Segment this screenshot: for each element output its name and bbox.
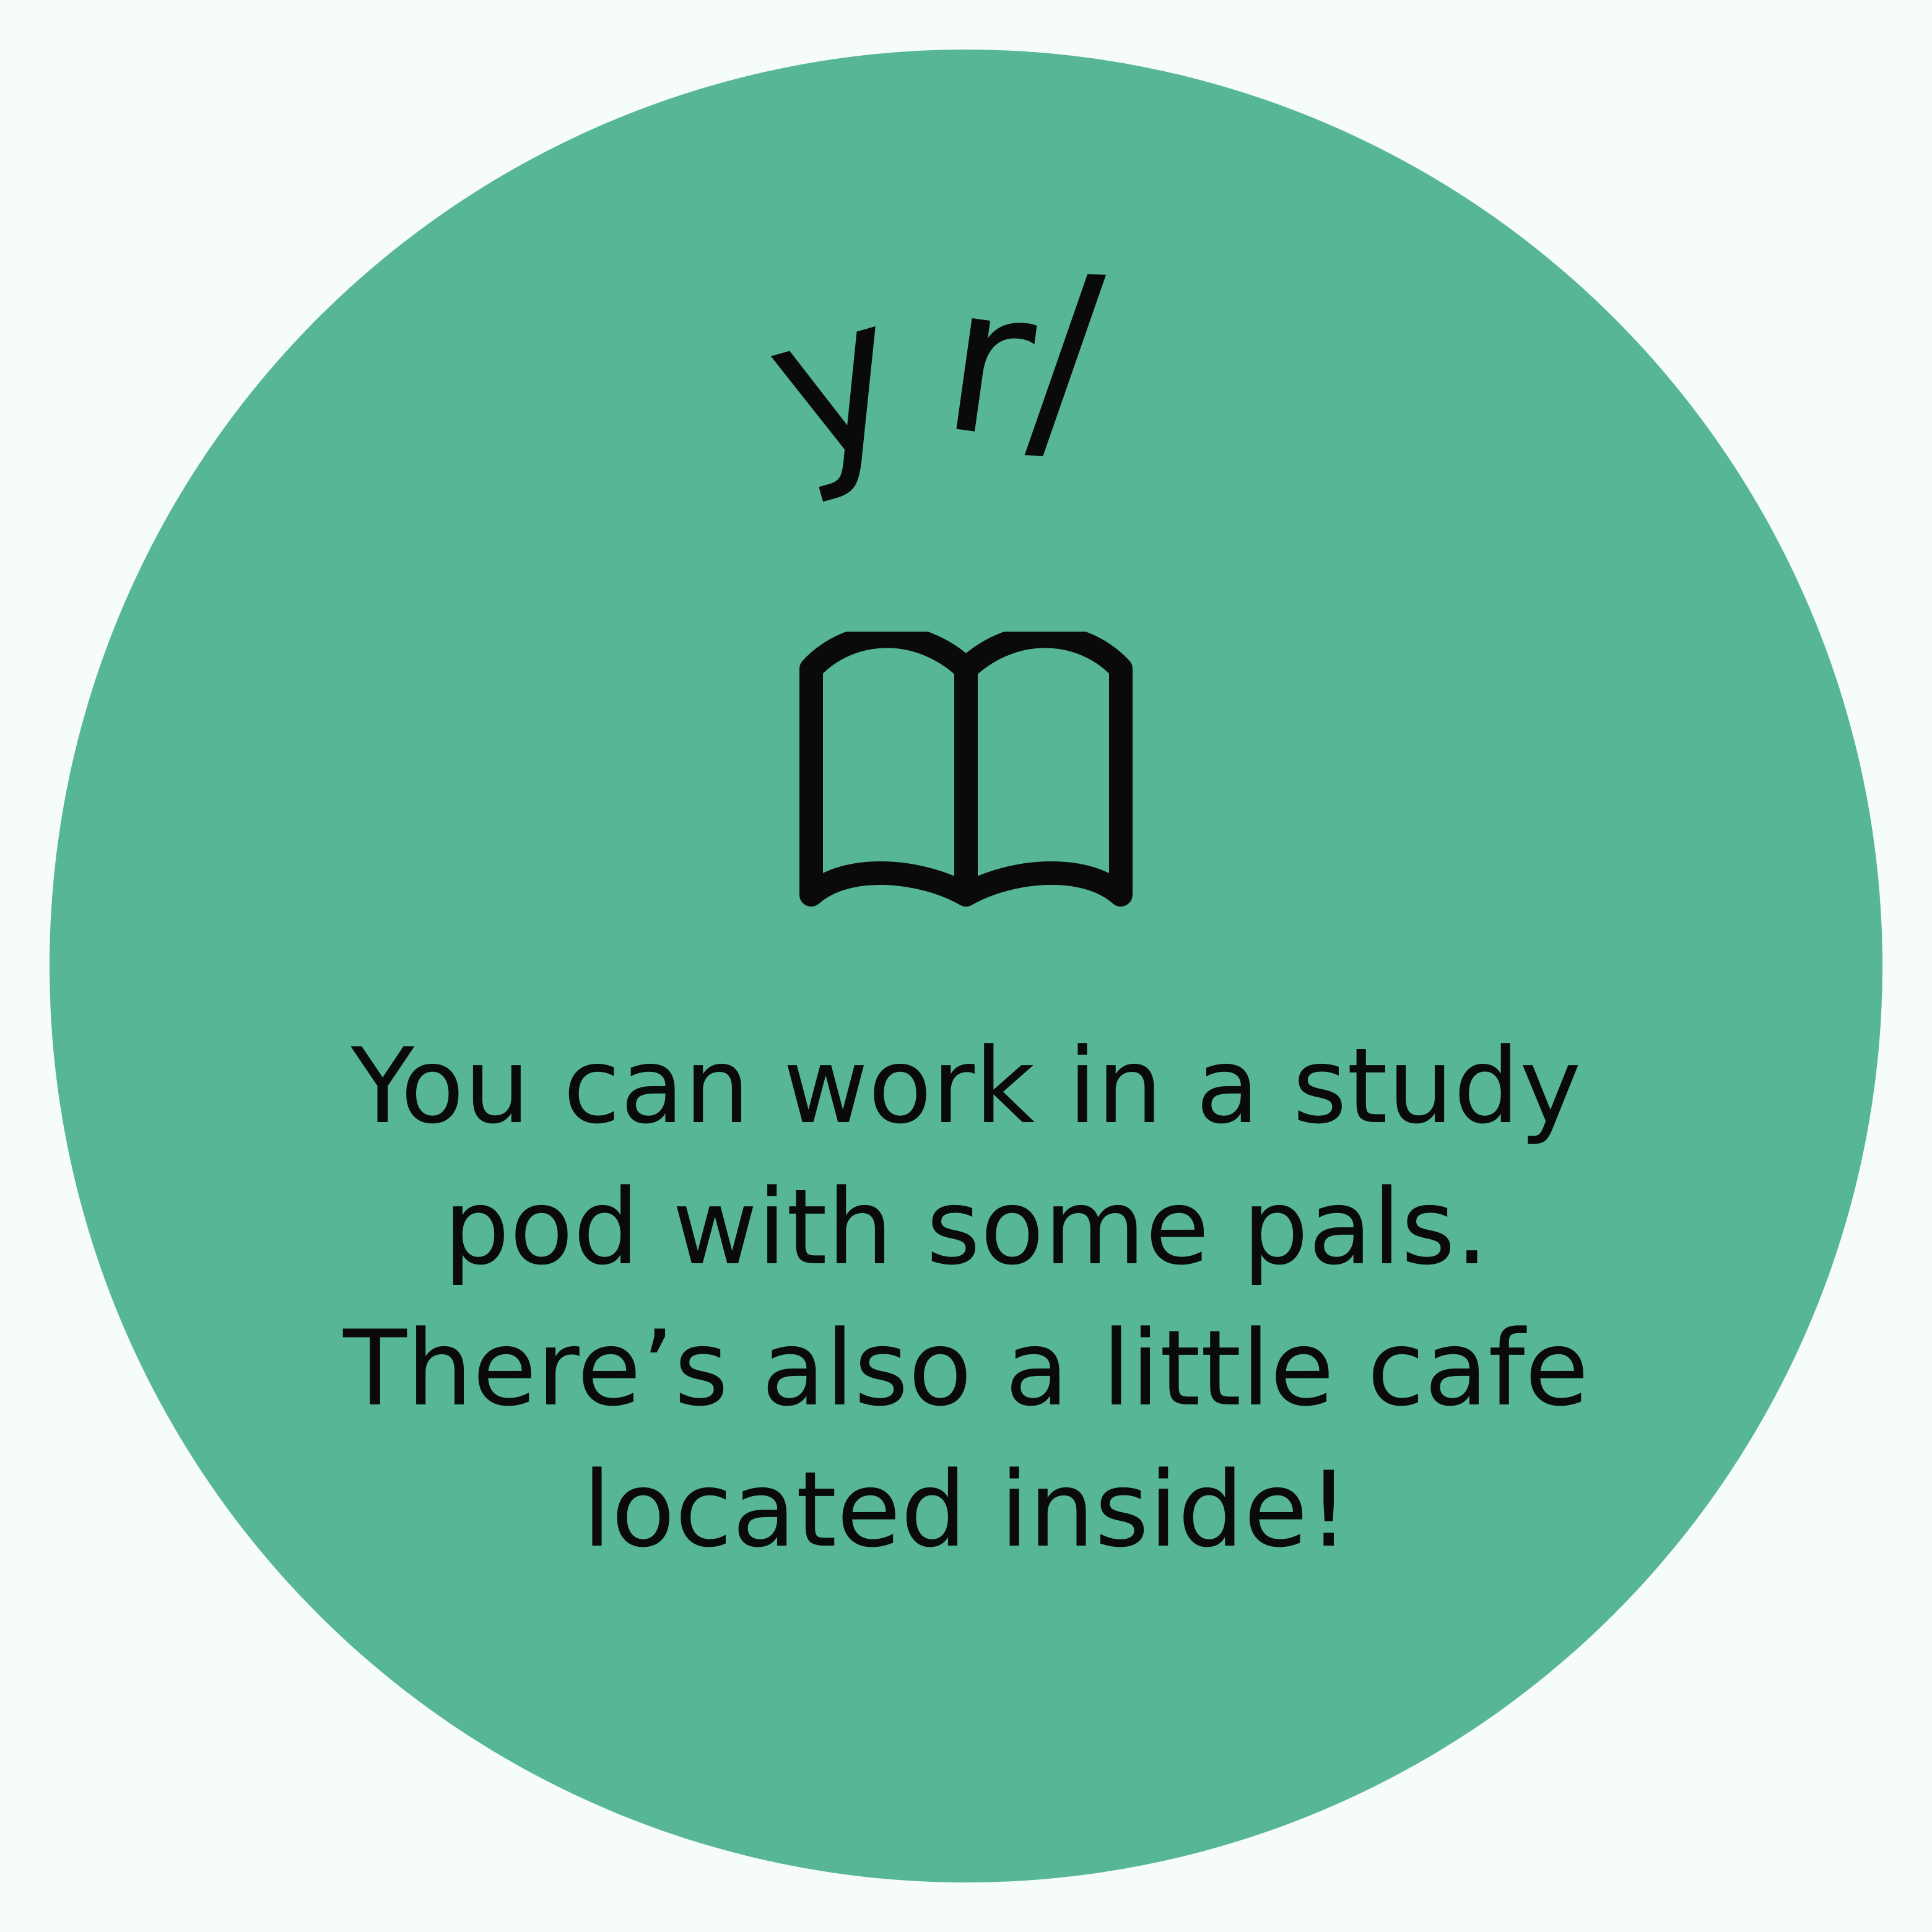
logo-letter-y: y [743, 250, 926, 512]
message-text: You can work in a study pod with some pa… [204, 1016, 1728, 1580]
open-book-icon [799, 632, 1133, 907]
message-line-3: There’s also a little cafe [343, 1308, 1589, 1429]
message-line-4: located inside! [582, 1449, 1350, 1570]
logo-letter-slash: / [1023, 228, 1108, 490]
message-line-1: You can work in a study [350, 1025, 1582, 1147]
logo: y r / [706, 228, 1214, 533]
message-line-2: pod with some pals. [443, 1167, 1489, 1288]
